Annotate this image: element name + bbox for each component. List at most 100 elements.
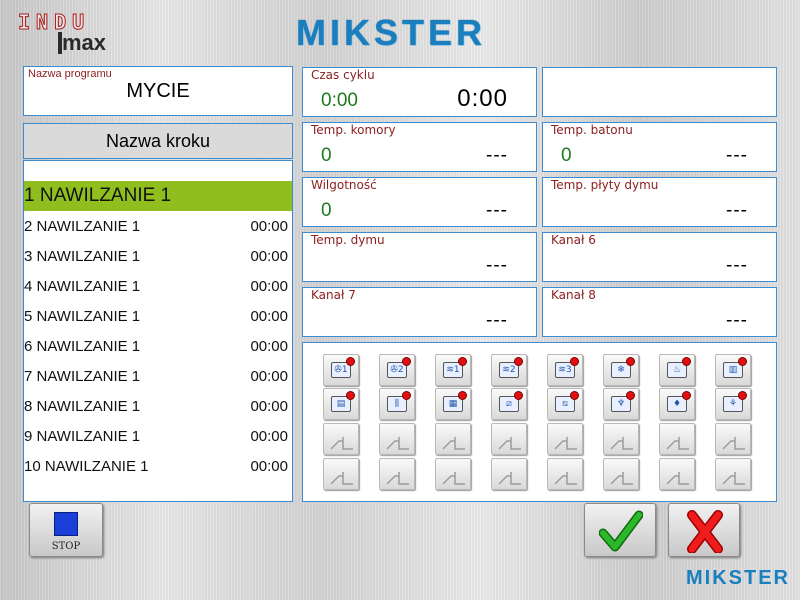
humidity-icon[interactable]: ▥ [715,354,751,386]
core-temp-setpoint: --- [726,145,748,166]
spray-icon[interactable]: ⚘ [715,388,751,420]
smoke-plate-temp-setpoint: --- [726,200,748,221]
damper-icon[interactable]: ⧄ [491,388,527,420]
step-row-1[interactable]: 1 NAWILZANIE 1 [24,181,292,211]
humidity-label: Wilgotność [311,178,377,192]
inactive-output-icon[interactable] [323,458,359,490]
step-row-6[interactable]: 6 NAWILZANIE 1 00:00 [24,331,292,361]
channel-6-panel[interactable]: Kanał 6 --- [542,232,777,282]
cooling-icon[interactable]: ❄ [603,354,639,386]
inactive-output-icon[interactable] [379,458,415,490]
step-row-4[interactable]: 4 NAWILZANIE 1 00:00 [24,271,292,301]
step-row-10[interactable]: 10 NAWILZANIE 1 00:00 [24,451,292,481]
inactive-output-icon[interactable] [547,423,583,455]
smoke-plate-temp-label: Temp. płyty dymu [551,178,659,192]
confirm-button[interactable] [584,503,656,557]
core-temp-label: Temp. batonu [551,123,633,137]
heater-2-icon[interactable]: ≋2 [491,354,527,386]
status-led-icon [682,391,691,400]
blank-panel [542,67,777,117]
inactive-output-icon[interactable] [323,423,359,455]
core-temp-panel[interactable]: Temp. batonu 0 --- [542,122,777,172]
channel-7-panel[interactable]: Kanał 7 --- [302,287,537,337]
program-name-value: MYCIE [126,80,190,102]
stop-button[interactable]: STOP [29,503,103,557]
inactive-output-icon[interactable] [603,423,639,455]
chamber-temp-setpoint: --- [486,145,508,166]
inactive-output-icon[interactable] [435,423,471,455]
heater-3-icon[interactable]: ≋3 [547,354,583,386]
step-time: 00:00 [250,217,288,235]
chamber-temp-label: Temp. komory [311,123,396,137]
step-time: 00:00 [250,427,288,445]
step-name: 1 NAWILZANIE 1 [24,185,172,206]
smoke-plate-temp-panel[interactable]: Temp. płyty dymu --- [542,177,777,227]
indu-lmax-logo: INDU max [17,10,128,56]
status-led-icon [570,357,579,366]
burner-icon[interactable]: ♆ [603,388,639,420]
burner-2-icon[interactable]: ♦ [659,388,695,420]
smoke-temp-panel[interactable]: Temp. dymu --- [302,232,537,282]
inactive-output-icon[interactable] [659,423,695,455]
status-led-icon [570,391,579,400]
mikster-logo: MIKSTER [296,12,486,53]
inactive-output-icon[interactable] [491,458,527,490]
mikster-logo-small: MIKSTER [686,567,790,589]
status-led-icon [458,391,467,400]
status-led-icon [514,357,523,366]
program-name-panel[interactable]: Nazwa programu MYCIE [23,66,293,116]
cycle-time-panel[interactable]: Czas cyklu 0:00 0:00 [302,67,537,117]
cancel-button[interactable] [668,503,740,557]
inactive-output-icon[interactable] [435,458,471,490]
humidity-panel[interactable]: Wilgotność 0 --- [302,177,537,227]
inactive-output-icon[interactable] [491,423,527,455]
chamber-temp-panel[interactable]: Temp. komory 0 --- [302,122,537,172]
status-led-icon [402,357,411,366]
status-led-icon [626,357,635,366]
step-row-5[interactable]: 5 NAWILZANIE 1 00:00 [24,301,292,331]
shower-icon[interactable]: ⫼ [379,388,415,420]
chamber-temp-value: 0 [321,145,332,166]
stop-label: STOP [51,541,81,552]
channel-8-panel[interactable]: Kanał 8 --- [542,287,777,337]
step-name: 10 NAWILZANIE 1 [24,457,149,475]
channel-6-label: Kanał 6 [551,233,596,247]
cycle-time-setpoint: 0:00 [457,85,508,112]
inactive-output-icon[interactable] [715,423,751,455]
fan-2-icon[interactable]: ✇2 [379,354,415,386]
inactive-output-icon[interactable] [603,458,639,490]
step-row-3[interactable]: 3 NAWILZANIE 1 00:00 [24,241,292,271]
inactive-output-icon[interactable] [379,423,415,455]
step-name: 7 NAWILZANIE 1 [24,367,141,385]
step-time: 00:00 [250,337,288,355]
valve-icon[interactable]: ▦ [435,388,471,420]
step-row-8[interactable]: 8 NAWILZANIE 1 00:00 [24,391,292,421]
damper-2-icon[interactable]: ⧅ [547,388,583,420]
status-led-icon [738,391,747,400]
inactive-output-icon[interactable] [547,458,583,490]
step-time: 00:00 [250,307,288,325]
step-list[interactable]: 1 NAWILZANIE 1 2 NAWILZANIE 1 00:00 3 NAW… [23,160,293,502]
humidity-setpoint: --- [486,200,508,221]
function-icon-panel: ✇1 ✇2 ≋1 ≋2 ≋3 ❄ ♨ ▥ ▤ ⫼ ▦ ⧄ ⧅ ♆ ♦ ⚘ [302,342,777,502]
fan-1-icon[interactable]: ✇1 [323,354,359,386]
close-icon [687,510,723,553]
inactive-output-icon[interactable] [715,458,751,490]
channel-8-label: Kanał 8 [551,288,596,302]
step-name: 8 NAWILZANIE 1 [24,397,141,415]
stop-icon [54,512,78,536]
smoke-generator-icon[interactable]: ▤ [323,388,359,420]
heater-1-icon[interactable]: ≋1 [435,354,471,386]
step-row-9[interactable]: 9 NAWILZANIE 1 00:00 [24,421,292,451]
core-temp-value: 0 [561,145,572,166]
step-name: 4 NAWILZANIE 1 [24,277,141,295]
inactive-output-icon[interactable] [659,458,695,490]
cycle-time-label: Czas cyklu [311,68,375,82]
step-time: 00:00 [250,457,288,475]
smoke-temp-setpoint: --- [486,255,508,276]
step-name-header: Nazwa kroku [23,123,293,159]
steam-icon[interactable]: ♨ [659,354,695,386]
step-row-7[interactable]: 7 NAWILZANIE 1 00:00 [24,361,292,391]
status-led-icon [346,391,355,400]
step-row-2[interactable]: 2 NAWILZANIE 1 00:00 [24,211,292,241]
